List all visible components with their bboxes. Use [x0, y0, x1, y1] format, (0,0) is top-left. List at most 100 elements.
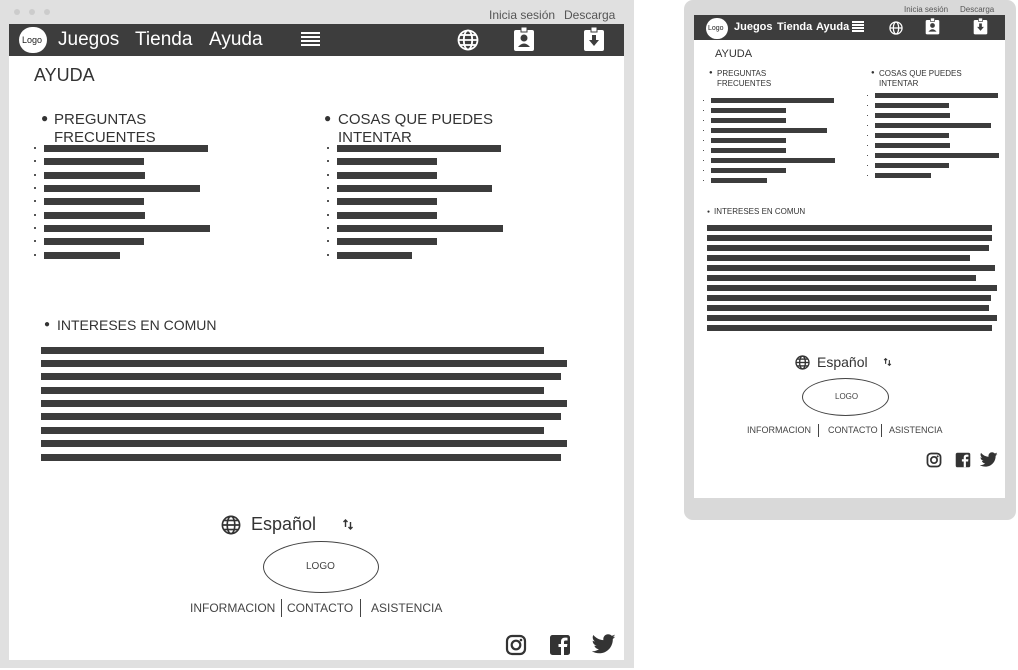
try-link-bar[interactable]: [337, 185, 492, 192]
try-link-bar[interactable]: [875, 163, 949, 168]
footer-logo[interactable]: LOGO: [263, 541, 379, 593]
faq-dot: [34, 254, 36, 256]
faq-dot: [703, 100, 704, 101]
try-link-bar[interactable]: [875, 93, 998, 98]
footer-link-informacion[interactable]: INFORMACION: [190, 601, 275, 615]
login-link[interactable]: Inicia sesión: [489, 8, 555, 22]
faq-link-bar[interactable]: [44, 212, 145, 219]
try-title-line2: INTENTAR: [879, 79, 919, 88]
menu-icon[interactable]: [852, 21, 864, 32]
try-link-bar[interactable]: [337, 238, 437, 245]
sort-icon: [883, 357, 892, 367]
faq-link-bar[interactable]: [44, 172, 145, 179]
nav-ayuda[interactable]: Ayuda: [209, 29, 263, 51]
menu-icon[interactable]: [301, 32, 320, 48]
download-icon[interactable]: [583, 27, 605, 52]
faq-link-bar[interactable]: [44, 225, 210, 232]
nav-ayuda[interactable]: Ayuda: [816, 21, 849, 33]
instagram-icon[interactable]: [926, 452, 942, 468]
try-dot: [327, 240, 329, 242]
footer-link-contacto[interactable]: CONTACTO: [287, 601, 353, 615]
try-link-bar[interactable]: [337, 158, 437, 165]
try-link-bar[interactable]: [875, 153, 999, 158]
footer-link-asistencia[interactable]: ASISTENCIA: [371, 601, 442, 615]
faq-link-bar[interactable]: [711, 138, 786, 143]
text-line: [707, 285, 997, 291]
footer-logo[interactable]: LOGO: [802, 378, 889, 416]
try-dot: [867, 145, 868, 146]
faq-link-bar[interactable]: [44, 198, 144, 205]
facebook-icon[interactable]: [549, 634, 571, 656]
try-link-bar[interactable]: [337, 145, 501, 152]
faq-dot: [703, 130, 704, 131]
try-link-bar[interactable]: [337, 252, 412, 259]
try-link-bar[interactable]: [875, 123, 991, 128]
footer-divider: [360, 599, 361, 617]
faq-link-bar[interactable]: [711, 168, 786, 173]
download-link[interactable]: Descarga: [960, 5, 994, 14]
contact-card-icon[interactable]: [513, 27, 535, 52]
try-dot: [867, 115, 868, 116]
download-icon[interactable]: [973, 18, 988, 35]
try-dot: [327, 227, 329, 229]
window-controls: [14, 9, 54, 15]
globe-icon[interactable]: [889, 21, 903, 35]
nav-tienda[interactable]: Tienda: [135, 29, 192, 51]
try-link-bar[interactable]: [875, 133, 949, 138]
twitter-icon[interactable]: [980, 452, 998, 468]
faq-link-bar[interactable]: [44, 238, 144, 245]
faq-dot: [34, 214, 36, 216]
globe-icon[interactable]: [457, 29, 479, 51]
faq-link-bar[interactable]: [711, 148, 786, 153]
try-link-bar[interactable]: [337, 198, 437, 205]
faq-link-bar[interactable]: [44, 158, 144, 165]
try-bullet: ●: [324, 111, 332, 125]
footer-link-contacto[interactable]: CONTACTO: [828, 425, 878, 435]
try-title-line1: COSAS QUE PUEDES: [338, 111, 494, 128]
faq-link-bar[interactable]: [711, 108, 786, 113]
globe-icon: [795, 355, 810, 370]
faq-dot: [703, 140, 704, 141]
nav-juegos[interactable]: Juegos: [734, 21, 773, 33]
logo-badge[interactable]: Logo: [19, 27, 47, 53]
download-link[interactable]: Descarga: [564, 8, 615, 22]
nav-tienda[interactable]: Tienda: [777, 21, 812, 33]
faq-dot: [34, 200, 36, 202]
try-link-bar[interactable]: [337, 172, 437, 179]
try-link-bar[interactable]: [337, 212, 437, 219]
try-title-line2: INTENTAR: [338, 129, 412, 146]
faq-link-bar[interactable]: [711, 118, 786, 123]
instagram-icon[interactable]: [505, 634, 527, 656]
faq-dot: [703, 110, 704, 111]
twitter-icon[interactable]: [592, 634, 616, 655]
footer-logo-label: LOGO: [835, 392, 859, 401]
try-dot: [327, 200, 329, 202]
text-line: [41, 413, 561, 420]
faq-link-bar[interactable]: [711, 158, 835, 163]
login-link[interactable]: Inicia sesión: [904, 5, 948, 14]
logo-badge[interactable]: Logo: [706, 18, 728, 39]
nav-juegos[interactable]: Juegos: [58, 29, 119, 51]
try-link-bar[interactable]: [875, 173, 931, 178]
faq-link-bar[interactable]: [711, 98, 834, 103]
globe-icon: [221, 515, 241, 535]
faq-link-bar[interactable]: [44, 252, 120, 259]
footer-link-asistencia[interactable]: ASISTENCIA: [889, 425, 943, 435]
faq-link-bar[interactable]: [44, 185, 200, 192]
text-line: [707, 315, 997, 321]
try-dot: [867, 105, 868, 106]
try-link-bar[interactable]: [875, 113, 950, 118]
language-selector[interactable]: Español: [221, 513, 361, 537]
facebook-icon[interactable]: [955, 452, 971, 468]
try-link-bar[interactable]: [875, 143, 950, 148]
try-dot: [867, 125, 868, 126]
try-link-bar[interactable]: [337, 225, 503, 232]
faq-link-bar[interactable]: [44, 145, 208, 152]
language-selector[interactable]: Español: [795, 353, 895, 373]
footer-link-informacion[interactable]: INFORMACION: [747, 425, 811, 435]
faq-dot: [34, 160, 36, 162]
try-link-bar[interactable]: [875, 103, 949, 108]
faq-link-bar[interactable]: [711, 178, 767, 183]
contact-card-icon[interactable]: [925, 18, 940, 35]
faq-link-bar[interactable]: [711, 128, 827, 133]
